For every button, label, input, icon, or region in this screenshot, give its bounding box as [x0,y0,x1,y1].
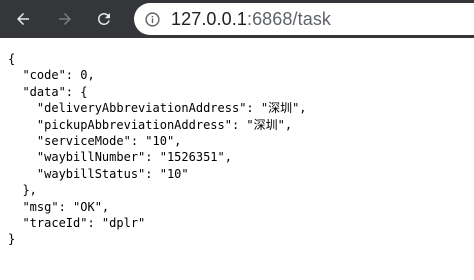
address-bar[interactable]: 127.0.0.1:6868/task [134,3,474,35]
json-line: "traceId": "dplr" [8,216,146,231]
json-line: "deliveryAbbreviationAddress": "深圳", [8,101,307,116]
json-line: "code": 0, [8,68,95,83]
json-line: "data": { [8,84,88,99]
json-line: "serviceMode": "10", [8,134,182,149]
json-line: } [8,232,16,247]
json-line: }, [8,183,37,198]
page-content: { "code": 0, "data": { "deliveryAbbrevia… [0,38,474,280]
json-line: "msg": "OK", [8,199,110,214]
url-host: 127.0.0.1 [171,8,247,29]
url-path: :6868/task [246,8,332,29]
json-response: { "code": 0, "data": { "deliveryAbbrevia… [0,38,474,248]
json-line: "waybillNumber": "1526351", [8,150,232,165]
arrow-right-icon [59,13,71,25]
forward-button[interactable] [52,6,78,32]
json-line: { [8,52,16,66]
reload-icon [98,12,110,25]
back-button[interactable] [10,6,36,32]
info-icon[interactable] [144,11,161,28]
reload-button[interactable] [91,6,117,32]
browser-toolbar: 127.0.0.1:6868/task [0,0,474,38]
url-text[interactable]: 127.0.0.1:6868/task [171,9,331,30]
json-line: "waybillStatus": "10" [8,166,189,181]
json-line: "pickupAbbreviationAddress": "深圳", [8,117,293,132]
arrow-left-icon [17,13,29,25]
